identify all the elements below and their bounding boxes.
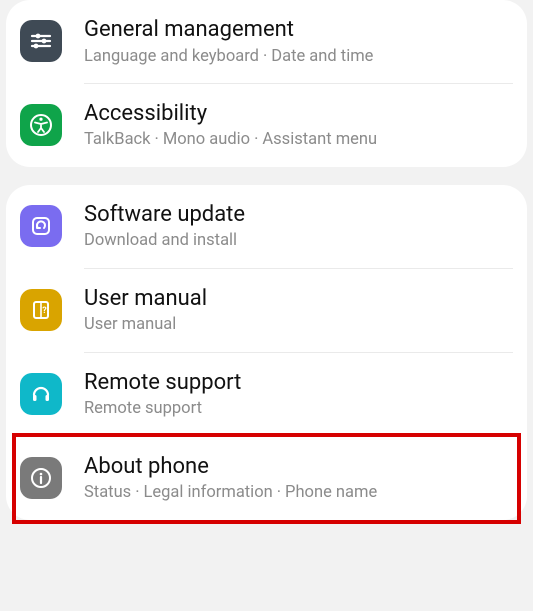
accessibility-title: Accessibility — [84, 100, 513, 128]
about-phone-highlight: About phone Status·Legal information·Pho… — [6, 437, 527, 520]
general-management-text: General management Language and keyboard… — [84, 16, 513, 67]
about-phone-subtitle: Status·Legal information·Phone name — [84, 482, 513, 503]
software-update-subtitle: Download and install — [84, 230, 513, 251]
general-management-row[interactable]: General management Language and keyboard… — [6, 0, 527, 83]
about-phone-title: About phone — [84, 453, 513, 481]
software-update-text: Software update Download and install — [84, 201, 513, 252]
accessibility-row[interactable]: Accessibility TalkBack·Mono audio·Assist… — [6, 84, 527, 167]
settings-group-1: General management Language and keyboard… — [6, 0, 527, 167]
software-update-row[interactable]: Software update Download and install — [6, 185, 527, 268]
remote-support-row[interactable]: Remote support Remote support — [6, 353, 527, 436]
sliders-icon — [20, 20, 62, 62]
software-update-title: Software update — [84, 201, 513, 229]
settings-group-2: Software update Download and install ? U… — [6, 185, 527, 520]
about-phone-row[interactable]: About phone Status·Legal information·Pho… — [6, 437, 527, 520]
user-manual-row[interactable]: ? User manual User manual — [6, 269, 527, 352]
remote-support-title: Remote support — [84, 369, 513, 397]
general-management-subtitle: Language and keyboard·Date and time — [84, 46, 513, 67]
about-phone-text: About phone Status·Legal information·Pho… — [84, 453, 513, 504]
user-manual-title: User manual — [84, 285, 513, 313]
headset-icon — [20, 373, 62, 415]
accessibility-icon — [20, 104, 62, 146]
accessibility-text: Accessibility TalkBack·Mono audio·Assist… — [84, 100, 513, 151]
svg-text:?: ? — [42, 306, 47, 316]
remote-support-subtitle: Remote support — [84, 398, 513, 419]
user-manual-icon: ? — [20, 289, 62, 331]
software-update-icon — [20, 205, 62, 247]
user-manual-subtitle: User manual — [84, 314, 513, 335]
general-management-title: General management — [84, 16, 513, 44]
info-icon — [20, 457, 62, 499]
user-manual-text: User manual User manual — [84, 285, 513, 336]
accessibility-subtitle: TalkBack·Mono audio·Assistant menu — [84, 129, 513, 150]
remote-support-text: Remote support Remote support — [84, 369, 513, 420]
